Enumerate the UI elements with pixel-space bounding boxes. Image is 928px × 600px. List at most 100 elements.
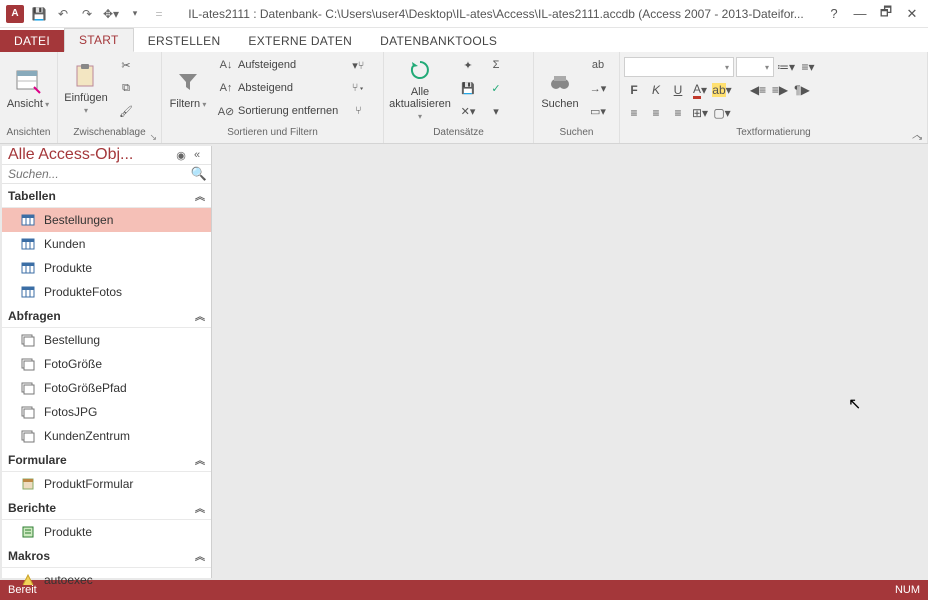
query-icon [20,356,36,372]
tab-erstellen[interactable]: ERSTELLEN [134,30,235,52]
nav-item-label: ProdukteFotos [44,285,122,299]
paste-icon [72,62,100,90]
nav-item-abfragen-2[interactable]: FotoGrößePfad [2,376,211,400]
nav-item-tabellen-3[interactable]: ProdukteFotos [2,280,211,304]
sort-asc-icon: A↓ [218,57,234,73]
nav-item-berichte-0[interactable]: Produkte [2,520,211,544]
font-family-combo[interactable] [624,57,734,77]
refresh-icon [406,56,434,84]
new-icon: ✦ [460,57,476,73]
nav-item-tabellen-1[interactable]: Kunden [2,232,211,256]
search-input[interactable] [6,165,191,183]
gridlines-button[interactable]: ⊞▾ [690,103,710,123]
help-icon[interactable]: ? [822,3,846,25]
nav-category-tabellen[interactable]: Tabellen︽ [2,184,211,208]
tab-start[interactable]: START [64,28,134,52]
app-icon: A [4,3,26,25]
filtern-button[interactable]: Filtern [166,54,210,124]
dialog-launcher-icon[interactable]: ↘ [149,132,157,143]
nav-category-formulare[interactable]: Formulare︽ [2,448,211,472]
advanced-filter-button[interactable]: ⑂▾ [346,77,370,99]
cut-button[interactable]: ✂ [114,54,138,76]
status-left: Bereit [8,584,37,596]
nav-item-tabellen-2[interactable]: Produkte [2,256,211,280]
nav-category-abfragen[interactable]: Abfragen︽ [2,304,211,328]
align-center-button[interactable]: ≡ [646,103,666,123]
tab-datenbanktools[interactable]: DATENBANKTOOLS [366,30,511,52]
fill-color-button[interactable]: ▢▾ [712,103,732,123]
replace-button[interactable]: ab [586,54,610,76]
italic-button[interactable]: K [646,80,666,100]
nav-item-label: autoexec [44,573,93,587]
delete-record-button[interactable]: ✕▾ [456,100,480,122]
redo-icon[interactable]: ↷ [76,3,98,25]
totals-button[interactable]: Σ [484,54,508,76]
close-icon[interactable]: ✕ [900,3,924,25]
table-icon [20,260,36,276]
bullets-button[interactable]: ≔▾ [776,57,796,77]
new-record-button[interactable]: ✦ [456,54,480,76]
replace-icon: ab [590,57,606,73]
group-label-sortfilter: Sortieren und Filtern [166,127,379,143]
nav-item-label: Bestellung [44,333,100,347]
align-left-button[interactable]: ≡ [624,103,644,123]
numbering-button[interactable]: ≡▾ [798,57,818,77]
navigation-pane-header[interactable]: Alle Access-Obj... ◉ « [2,146,211,165]
sortierung-entfernen-button[interactable]: A⊘Sortierung entfernen [214,100,342,122]
qat-customize-icon[interactable]: ▾ [124,3,146,25]
nav-item-abfragen-4[interactable]: KundenZentrum [2,424,211,448]
save-record-button[interactable]: 💾 [456,77,480,99]
nav-item-abfragen-0[interactable]: Bestellung [2,328,211,352]
collapse-ribbon-icon[interactable]: ︿ [912,126,922,141]
decrease-indent-button[interactable]: ◀≡ [748,80,768,100]
nav-category-berichte[interactable]: Berichte︽ [2,496,211,520]
more-records-button[interactable]: ▾ [484,100,508,122]
nav-item-label: ProduktFormular [44,477,133,491]
minimize-icon[interactable]: — [848,3,872,25]
select-button[interactable]: ▭▾ [586,100,610,122]
selection-filter-button[interactable]: ▾⑂ [346,54,370,76]
absteigend-button[interactable]: A↑Absteigend [214,77,342,99]
format-painter-button[interactable]: 🖌 [114,100,138,122]
align-right-button[interactable]: ≡ [668,103,688,123]
nav-category-makros[interactable]: Makros︽ [2,544,211,568]
font-size-combo[interactable] [736,57,774,77]
nav-item-abfragen-3[interactable]: FotosJPG [2,400,211,424]
save-icon[interactable]: 💾 [28,3,50,25]
query-icon [20,428,36,444]
alle-aktualisieren-button[interactable]: Alle aktualisieren [388,54,452,124]
nav-item-label: Produkte [44,525,92,539]
nav-item-label: KundenZentrum [44,429,130,443]
suchen-button[interactable]: Suchen [538,54,582,124]
tab-file[interactable]: DATEI [0,30,64,52]
restore-icon[interactable]: 🗗 [874,3,898,25]
nav-dropdown-icon[interactable]: ◉ [173,149,189,162]
nav-collapse-icon[interactable]: « [189,149,205,161]
bold-button[interactable]: F [624,80,644,100]
search-icon[interactable]: 🔍 [191,166,207,182]
nav-item-tabellen-0[interactable]: Bestellungen [2,208,211,232]
goto-button[interactable]: →▾ [586,77,610,99]
nav-item-formulare-0[interactable]: ProduktFormular [2,472,211,496]
underline-button[interactable]: U [668,80,688,100]
navigation-search: 🔍 [2,165,211,184]
navigation-pane-title: Alle Access-Obj... [8,146,173,164]
undo-icon[interactable]: ↶ [52,3,74,25]
touch-mode-icon[interactable]: ✥▾ [100,3,122,25]
ansicht-button[interactable]: Ansicht [4,54,52,124]
toggle-filter-button[interactable]: ⑂ [346,100,370,122]
ltr-button[interactable]: ¶▶ [792,80,812,100]
spelling-button[interactable]: ✓ [484,77,508,99]
copy-button[interactable]: ⧉ [114,77,138,99]
highlight-button[interactable]: ab▾ [712,80,732,100]
tab-externe-daten[interactable]: EXTERNE DATEN [234,30,366,52]
aufsteigend-button[interactable]: A↓Aufsteigend [214,54,342,76]
table-icon [20,236,36,252]
einfuegen-button[interactable]: Einfügen [62,54,110,124]
chevron-up-icon: ︽ [195,500,205,515]
window-controls: ? — 🗗 ✕ [822,3,924,25]
increase-indent-button[interactable]: ≡▶ [770,80,790,100]
nav-item-abfragen-1[interactable]: FotoGröße [2,352,211,376]
sort-clear-icon: A⊘ [218,103,234,119]
font-color-button[interactable]: A▾ [690,80,710,100]
